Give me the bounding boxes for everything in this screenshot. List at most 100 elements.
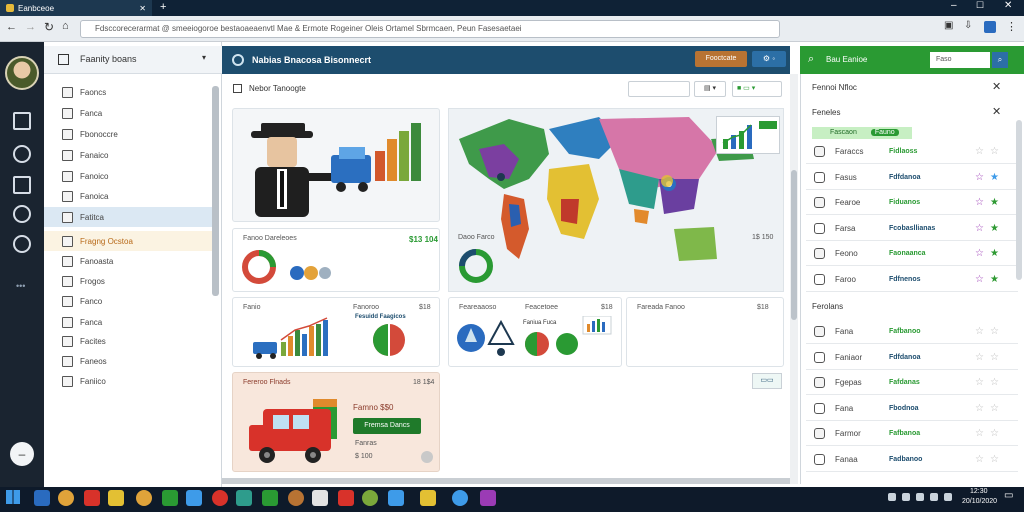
rating-star-icon[interactable]: ★ <box>990 274 999 285</box>
right-list-row[interactable]: Fgepas Fafdanas ☆ ☆ <box>806 371 1018 395</box>
filter-view-button[interactable]: ▤ ▾ <box>694 81 726 97</box>
rating-star-icon[interactable]: ★ <box>990 172 999 183</box>
browser-tab[interactable]: Eanbceoe ✕ <box>0 0 152 16</box>
app-files-icon[interactable] <box>420 490 436 506</box>
filter-status-select[interactable]: ■ ▭ ▾ <box>732 81 782 97</box>
right-list-row[interactable]: Fasus Fdfdanoa ☆ ★ <box>806 166 1018 190</box>
rating-star-icon[interactable]: ☆ <box>990 146 999 157</box>
sidebar-item[interactable]: Faniico <box>44 371 212 391</box>
rail-compass-icon[interactable] <box>13 205 31 223</box>
right-list-row[interactable]: Faniaor Fdfdanoa ☆ ☆ <box>806 346 1018 370</box>
rating-star-icon[interactable]: ☆ <box>990 403 999 414</box>
rating-star-icon[interactable]: ☆ <box>990 428 999 439</box>
app-chrome-icon[interactable] <box>136 490 152 506</box>
sidebar-item[interactable]: Fanoico <box>44 166 212 186</box>
tray-sound-icon[interactable] <box>916 493 924 501</box>
sidebar-item[interactable]: Fanca <box>44 312 212 332</box>
rating-star-icon[interactable]: ★ <box>990 248 999 259</box>
favorite-star-icon[interactable]: ☆ <box>975 403 984 414</box>
sidebar-item[interactable]: Facites <box>44 331 212 351</box>
app-media-icon[interactable] <box>84 490 100 506</box>
tray-network-icon[interactable] <box>902 493 910 501</box>
app-office-icon[interactable] <box>288 490 304 506</box>
alerts-card[interactable]: Feareaaoso Feacetoee $18 Faniua Fuca <box>448 297 622 367</box>
bars-card[interactable]: Fanio Fanoroo $18 Fesuidd Faagicos <box>232 297 440 367</box>
rail-calendar-icon[interactable] <box>13 176 31 194</box>
tab-close-icon[interactable]: ✕ <box>139 4 146 13</box>
close-window-button[interactable]: ✕ <box>1004 0 1012 11</box>
sidebar-item[interactable]: Fanaico <box>44 145 212 165</box>
right-search-button[interactable]: ⌕ <box>992 52 1008 68</box>
sidebar-list-icon[interactable] <box>58 54 69 65</box>
favorite-star-icon[interactable]: ☆ <box>975 223 984 234</box>
download-icon[interactable]: ⇩ <box>964 20 972 31</box>
sidebar-item[interactable]: Fanoasta <box>44 251 212 271</box>
new-tab-button[interactable]: + <box>160 1 166 13</box>
app-chat-icon[interactable] <box>34 490 50 506</box>
rating-star-icon[interactable]: ☆ <box>990 352 999 363</box>
empty-card[interactable]: Fareada Fanoo $18 <box>626 297 784 367</box>
sidebar-item[interactable]: Fanco <box>44 291 212 311</box>
sidebar-item[interactable]: Fanca <box>44 103 212 123</box>
tray-lang-icon[interactable] <box>944 493 952 501</box>
tray-battery-icon[interactable] <box>930 493 938 501</box>
app-edge-icon[interactable] <box>186 490 202 506</box>
rating-star-icon[interactable]: ★ <box>990 223 999 234</box>
rating-star-icon[interactable]: ☆ <box>990 377 999 388</box>
mini-chart-card[interactable] <box>716 116 780 154</box>
main-scrollbar[interactable] <box>791 170 797 320</box>
right-list-row[interactable]: Fearoe Fiduanos ☆ ★ <box>806 191 1018 215</box>
right-list-row[interactable]: Farsa Fcobasllianas ☆ ★ <box>806 217 1018 241</box>
sidebar-item[interactable]: Fragng Ocstoa <box>44 231 212 251</box>
avatar[interactable] <box>5 56 39 90</box>
sidebar-item[interactable]: Fanoica <box>44 186 212 206</box>
app-notes-icon[interactable] <box>312 490 328 506</box>
reload-icon[interactable]: ↻ <box>44 20 54 34</box>
app-store-icon[interactable] <box>262 490 278 506</box>
app-terminal-icon[interactable] <box>236 490 252 506</box>
favorite-star-icon[interactable]: ☆ <box>975 197 984 208</box>
rail-clock-icon[interactable] <box>13 145 31 163</box>
right-search-input[interactable]: Faso <box>930 52 990 68</box>
url-input[interactable]: Fdsccorecerarmat @ smeeiogoroe bestaoaea… <box>80 20 780 38</box>
right-close-1-icon[interactable]: ✕ <box>992 80 1001 93</box>
maximize-button[interactable]: ☐ <box>976 0 984 11</box>
notification-icon[interactable]: ▭ <box>1004 490 1013 501</box>
favorite-star-icon[interactable]: ☆ <box>975 274 984 285</box>
favorite-star-icon[interactable]: ☆ <box>975 326 984 337</box>
filter-input[interactable] <box>628 81 690 97</box>
extension-icon[interactable] <box>984 21 996 33</box>
right-list-row[interactable]: Fana Fbodnoa ☆ ☆ <box>806 397 1018 421</box>
rating-star-icon[interactable]: ☆ <box>990 454 999 465</box>
favorite-star-icon[interactable]: ☆ <box>975 172 984 183</box>
rating-star-icon[interactable]: ★ <box>990 197 999 208</box>
app-browser-icon[interactable] <box>58 490 74 506</box>
rail-info-icon[interactable] <box>13 235 31 253</box>
screenshot-icon[interactable]: ▣ <box>944 20 953 31</box>
right-list-row[interactable]: Faraccs Fidlaoss ☆ ☆ <box>806 140 1018 164</box>
rail-document-icon[interactable] <box>13 112 31 130</box>
sidebar-item[interactable]: Fbonoccre <box>44 124 212 144</box>
right-list-row[interactable]: Farmor Fafbanoa ☆ ☆ <box>806 422 1018 446</box>
favorite-star-icon[interactable]: ☆ <box>975 377 984 388</box>
app-ie-icon[interactable] <box>388 490 404 506</box>
rating-star-icon[interactable]: ☆ <box>990 326 999 337</box>
sidebar-item[interactable]: Frogos <box>44 271 212 291</box>
sidebar-scrollbar[interactable] <box>212 86 219 296</box>
back-icon[interactable]: ← <box>6 21 17 33</box>
sidebar-item[interactable]: Fatitca <box>44 207 212 227</box>
app-photos-icon[interactable] <box>338 490 354 506</box>
truck-card-button[interactable]: Fremsa Dancs <box>353 418 421 434</box>
right-list-row[interactable]: Feono Faonaanca ☆ ★ <box>806 242 1018 266</box>
tray-up-icon[interactable] <box>888 493 896 501</box>
rail-add-button[interactable]: – <box>10 442 34 466</box>
app-gallery-icon[interactable] <box>162 490 178 506</box>
app-weather-icon[interactable] <box>452 490 468 506</box>
truck-card-action-icon[interactable] <box>421 451 433 463</box>
favorite-star-icon[interactable]: ☆ <box>975 248 984 259</box>
forward-icon[interactable]: → <box>25 21 36 33</box>
rail-more-icon[interactable]: ••• <box>16 281 25 291</box>
favorite-star-icon[interactable]: ☆ <box>975 352 984 363</box>
favorite-star-icon[interactable]: ☆ <box>975 454 984 465</box>
home-icon[interactable]: ⌂ <box>62 20 69 32</box>
